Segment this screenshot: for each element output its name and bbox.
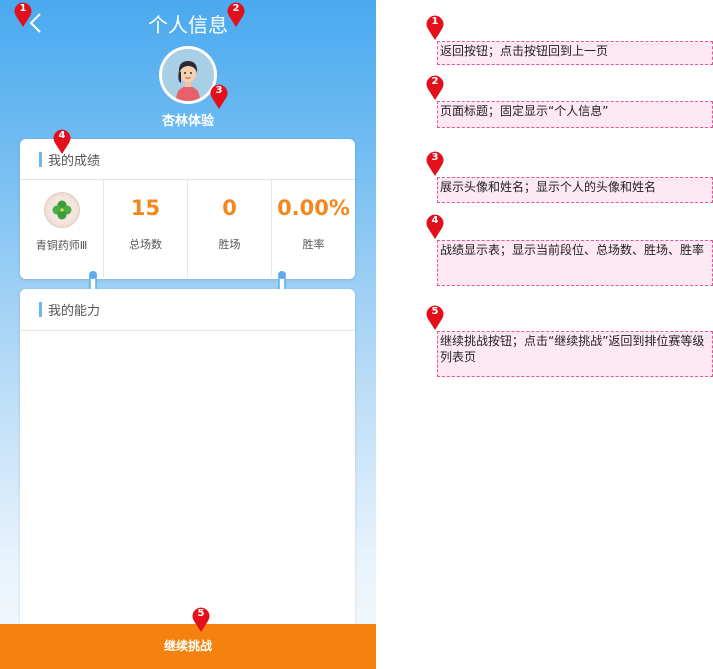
note-4: 战绩显示表；显示当前段位、总场数、胜场、胜率 [437,240,713,286]
marker-number: 5 [197,608,205,619]
user-avatar-icon [162,49,214,101]
rank-badge [43,192,80,228]
ability-card-title: 我的能力 [48,304,101,319]
ability-card-header: 我的能力 [20,289,355,331]
marker-number: 4 [431,215,439,226]
stat-label: 总场数 [129,238,162,251]
marker-number: 2 [431,76,439,87]
marker-number: 3 [431,152,439,163]
note-5: 继续挑战按钮；点击“继续挑战”返回到排位赛等级列表页 [437,331,713,377]
marker-pin-5: 5 [191,607,211,633]
note-pin-5: 5 [425,305,445,331]
marker-pin-1: 1 [13,2,33,28]
user-name: 杏林体验 [161,114,214,129]
stat-win-rate: 0.00% 胜率 [272,180,355,277]
note-2: 页面标题；固定显示“个人信息” [437,101,713,128]
marker-number: 1 [19,3,27,14]
stat-wins: 0 胜场 [188,180,272,277]
stat-rank: 青铜药师Ⅲ [20,180,104,277]
note-pin-3: 3 [425,151,445,177]
title-bar-accent [39,151,42,167]
phone-screen: 个人信息 杏林体验 我的成绩 青铜药师Ⅲ 15 总场数 0 胜场 0.00% 胜… [0,0,376,669]
stat-value: 15 [130,196,161,220]
note-pin-2: 2 [425,75,445,101]
marker-number: 3 [215,85,223,96]
note-3: 展示头像和姓名；显示个人的头像和姓名 [437,177,713,203]
marker-number: 5 [431,306,439,317]
stat-label: 胜场 [218,238,241,251]
stat-total-games: 15 总场数 [104,180,188,277]
clover-icon [52,200,71,220]
note-pin-4: 4 [425,214,445,240]
page-title: 个人信息 [148,13,228,37]
marker-pin-3: 3 [209,84,229,110]
stats-row: 青铜药师Ⅲ 15 总场数 0 胜场 0.00% 胜率 [20,180,355,277]
marker-pin-2: 2 [226,2,246,28]
stat-label: 胜率 [302,238,325,251]
stat-value: 0 [222,196,237,220]
note-pin-1: 1 [425,15,445,41]
marker-pin-4: 4 [52,129,72,155]
stat-value: 0.00% [277,196,350,220]
title-bar-accent [39,302,42,317]
marker-number: 4 [58,130,66,141]
continue-challenge-button[interactable]: 继续挑战 [0,624,376,669]
marker-number: 1 [431,16,439,27]
rank-label: 青铜药师Ⅲ [35,239,88,252]
record-card: 我的成绩 青铜药师Ⅲ 15 总场数 0 胜场 0.00% 胜率 [20,139,355,279]
ability-card: 我的能力 [20,289,355,629]
note-1: 返回按钮；点击按钮回到上一页 [437,41,713,65]
marker-number: 2 [232,3,240,14]
